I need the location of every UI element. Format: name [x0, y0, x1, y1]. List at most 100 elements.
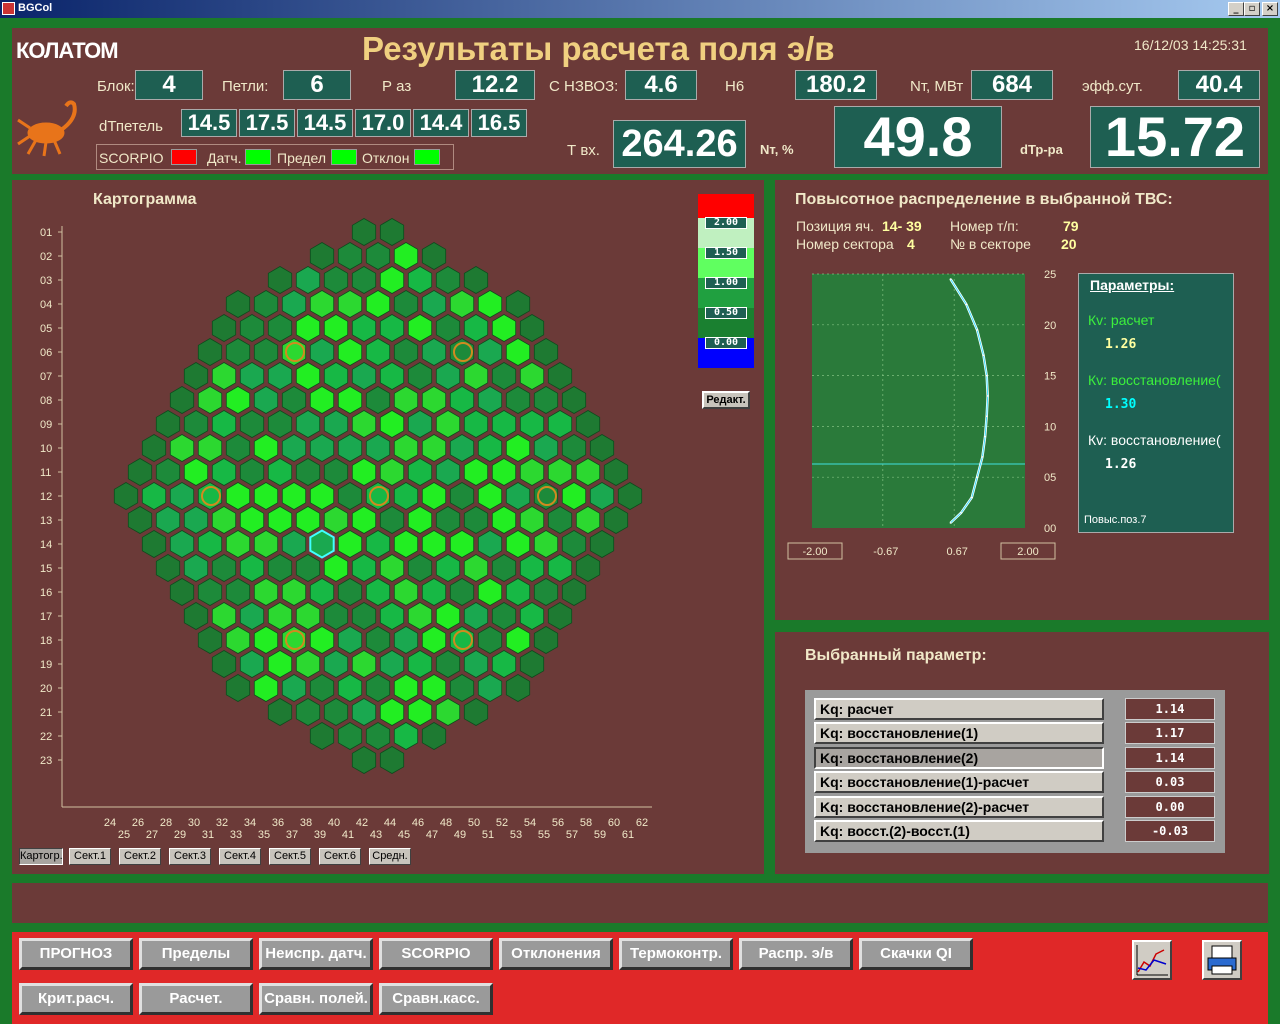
fuel-cell: [197, 338, 223, 366]
petli-label: Петли:: [222, 78, 269, 95]
legend-label: 1.00: [705, 277, 747, 289]
x-tick: -2.00: [802, 546, 827, 558]
fuel-cell: [407, 266, 433, 294]
pos-value: 14- 39: [882, 218, 922, 234]
fuel-cell: [225, 434, 251, 462]
printer-icon[interactable]: [1202, 940, 1242, 980]
fuel-cell: [463, 602, 489, 630]
page-title: Результаты расчета поля э/в: [362, 30, 835, 67]
fuel-cell: [253, 386, 279, 414]
fuel-cell: [337, 290, 363, 318]
sector-tab[interactable]: Сект.4: [219, 848, 261, 865]
param-button[interactable]: Kq: восстановление(1): [814, 722, 1104, 745]
param-button[interactable]: Kq: восстановление(2)-расчет: [814, 795, 1104, 818]
fuel-cell: [407, 362, 433, 390]
toolbar-button[interactable]: Термоконтр.: [619, 938, 733, 970]
fuel-cell: [169, 530, 195, 558]
predel-label: Предел: [277, 150, 326, 166]
toolbar-button[interactable]: Крит.расч.: [19, 983, 133, 1015]
toolbar-button[interactable]: SCORPIO: [379, 938, 493, 970]
dtr-value: 15.72: [1090, 106, 1260, 168]
param-button[interactable]: Kq: расчет: [814, 698, 1104, 720]
dt-value: 14.5: [181, 109, 237, 137]
paz-value: 12.2: [455, 70, 535, 100]
fuel-cell: [365, 290, 391, 318]
fuel-cell: [323, 554, 349, 582]
fuel-cell: [421, 626, 447, 654]
fuel-cell: [323, 602, 349, 630]
tp-label: Номер т/п:: [950, 218, 1019, 234]
fuel-cell: [407, 458, 433, 486]
kv2-label: Кv: восстановление(: [1088, 372, 1221, 388]
edit-button[interactable]: Редакт.: [702, 391, 750, 409]
fuel-cell: [365, 530, 391, 558]
toolbar-button[interactable]: Неиспр. датч.: [259, 938, 373, 970]
toolbar-button[interactable]: ПРОГНОЗ: [19, 938, 133, 970]
toolbar-button[interactable]: Отклонения: [499, 938, 613, 970]
fuel-cell: [519, 602, 545, 630]
petli-value: 6: [283, 70, 351, 100]
sector-tab[interactable]: Сект.1: [69, 848, 111, 865]
fuel-cell: [351, 458, 377, 486]
tvx-label: Т вх.: [567, 142, 600, 159]
col-label-bottom: 39: [314, 829, 326, 841]
sector-tab[interactable]: Сект.6: [319, 848, 361, 865]
kv3-label: Кv: восстановление(: [1088, 432, 1221, 448]
toolbar-button[interactable]: Скачки QI: [859, 938, 973, 970]
param-button[interactable]: Kq: восст.(2)-восст.(1): [814, 820, 1104, 842]
fuel-cell: [351, 650, 377, 678]
chart-icon[interactable]: [1132, 940, 1172, 980]
sector-tab[interactable]: Сект.5: [269, 848, 311, 865]
minimize-button[interactable]: _: [1228, 2, 1244, 16]
close-button[interactable]: ×: [1262, 2, 1278, 16]
fuel-cell: [463, 554, 489, 582]
row-label: 17: [40, 611, 52, 623]
toolbar-button[interactable]: Сравн.касс.: [379, 983, 493, 1015]
fuel-cell: [491, 650, 517, 678]
x-tick: 2.00: [1017, 546, 1038, 558]
blok-label: Блок:: [97, 78, 135, 95]
fuel-cell: [295, 506, 321, 534]
sector-tab[interactable]: Картогр.: [19, 848, 63, 865]
fuel-cell: [421, 338, 447, 366]
fuel-cell: [491, 506, 517, 534]
col-label-bottom: 49: [454, 829, 466, 841]
col-label-top: 24: [104, 817, 116, 829]
fuel-cell: [393, 386, 419, 414]
fuel-cell: [211, 362, 237, 390]
row-label: 12: [40, 491, 52, 503]
data-point: [949, 278, 952, 280]
fuel-cell: [267, 602, 293, 630]
data-point: [985, 415, 988, 418]
param-button[interactable]: Kq: восстановление(1)-расчет: [814, 771, 1104, 794]
toolbar-button[interactable]: Пределы: [139, 938, 253, 970]
fuel-cell: [393, 338, 419, 366]
col-label-bottom: 33: [230, 829, 242, 841]
maximize-button[interactable]: ▫: [1244, 2, 1260, 16]
col-label-top: 58: [580, 817, 592, 829]
toolbar-button[interactable]: Сравн. полей.: [259, 983, 373, 1015]
toolbar-button[interactable]: Распр. э/в: [739, 938, 853, 970]
fuel-cell: [295, 314, 321, 342]
fuel-cell: [393, 530, 419, 558]
fuel-cell: [183, 458, 209, 486]
fuel-cell: [253, 626, 279, 654]
fuel-cell: [393, 722, 419, 750]
row-label: 21: [40, 707, 52, 719]
fuel-cell: [183, 602, 209, 630]
param-value: 0.03: [1125, 771, 1215, 794]
fuel-cell: [155, 410, 181, 438]
fuel-cell: [519, 362, 545, 390]
sector-tab[interactable]: Сект.3: [169, 848, 211, 865]
fuel-cell: [435, 458, 461, 486]
fuel-cell: [547, 458, 573, 486]
param-button[interactable]: Kq: восстановление(2): [814, 746, 1104, 769]
sector-tab[interactable]: Средн.: [369, 848, 411, 865]
fuel-cell: [491, 362, 517, 390]
fuel-cell: [183, 554, 209, 582]
sector-tab[interactable]: Сект.2: [119, 848, 161, 865]
toolbar-button[interactable]: Расчет.: [139, 983, 253, 1015]
row-label: 02: [40, 251, 52, 263]
kartogram-map[interactable]: 01 02 03 04 05 06 07 08 09 10 11 12 13 14 15 16 17 18 19 20…: [12, 180, 764, 874]
fuel-cell: [295, 650, 321, 678]
